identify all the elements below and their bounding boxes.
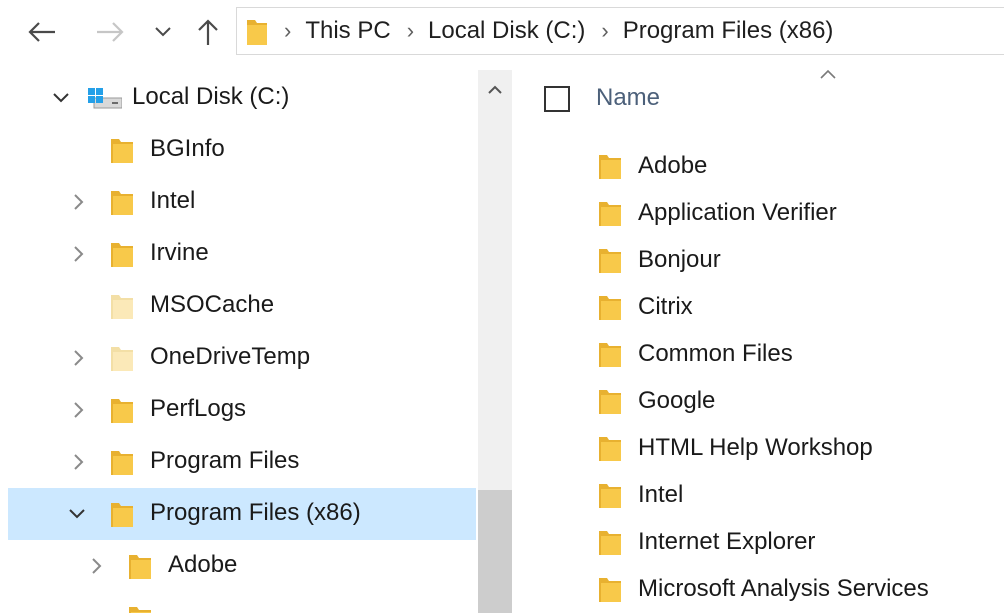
file-name: Intel — [638, 481, 684, 508]
file-row[interactable]: Internet Explorer — [512, 520, 1004, 567]
tree-item-label: Intel — [150, 187, 196, 214]
tree-item-local-disk[interactable]: Local Disk (C:) — [8, 72, 476, 124]
file-row[interactable]: HTML Help Workshop — [512, 426, 1004, 473]
select-all-checkbox[interactable] — [544, 86, 570, 112]
folder-icon — [598, 293, 622, 326]
chevron-right-icon[interactable]: › — [284, 20, 291, 42]
tree-item-intel[interactable]: Intel — [8, 176, 476, 228]
tree-item-label: BGInfo — [150, 135, 225, 162]
folder-icon — [598, 152, 622, 185]
tree-item-adobe[interactable]: Adobe — [8, 540, 476, 592]
folder-icon — [129, 607, 151, 613]
tree-item-onedrivetemp[interactable]: OneDriveTemp — [8, 332, 476, 384]
file-name: Common Files — [638, 340, 793, 367]
file-row[interactable]: Microsoft Analysis Services — [512, 567, 1004, 613]
tree-item-irvine[interactable]: Irvine — [8, 228, 476, 280]
tree-item-label: Program Files (x86) — [150, 499, 361, 526]
navigation-pane: Local Disk (C:) BGInfo Intel Irvine MSOC… — [0, 62, 512, 613]
folder-icon — [598, 199, 622, 232]
navigation-toolbar: › This PC › Local Disk (C:) › Program Fi… — [0, 0, 1004, 62]
file-row[interactable]: Google — [512, 379, 1004, 426]
up-button[interactable] — [188, 14, 228, 50]
chevron-right-icon[interactable]: › — [601, 20, 608, 42]
tree-item-program-files[interactable]: Program Files — [8, 436, 476, 488]
hidden-folder-icon — [111, 295, 133, 319]
file-row[interactable]: Application Verifier — [512, 191, 1004, 238]
file-name: Adobe — [638, 152, 708, 179]
arrow-right-icon — [97, 22, 124, 42]
folder-icon — [111, 191, 133, 215]
file-name: Microsoft Analysis Services — [638, 575, 929, 602]
recent-locations-button[interactable] — [148, 14, 178, 50]
chevron-down-icon — [155, 27, 171, 37]
folder-icon — [111, 503, 133, 527]
file-name: HTML Help Workshop — [638, 434, 873, 461]
chevron-down-icon[interactable] — [50, 87, 72, 109]
folder-icon — [111, 139, 133, 163]
tree-item-label: Local Disk (C:) — [132, 83, 290, 110]
chevron-up-icon — [488, 85, 502, 94]
folder-icon — [598, 340, 622, 373]
chevron-right-icon[interactable] — [68, 399, 90, 421]
folder-icon — [598, 575, 622, 608]
file-row[interactable]: Adobe — [512, 144, 1004, 191]
breadcrumb-local-disk[interactable]: Local Disk (C:) — [428, 17, 585, 45]
breadcrumb-this-pc[interactable]: This PC — [305, 17, 390, 45]
folder-icon — [111, 399, 133, 423]
file-name: Citrix — [638, 293, 693, 320]
chevron-right-icon[interactable]: › — [407, 20, 414, 42]
arrow-up-icon — [198, 19, 218, 45]
tree-item-label: MSOCache — [150, 291, 275, 318]
forward-button[interactable] — [90, 14, 130, 50]
file-name: Internet Explorer — [638, 528, 816, 555]
nav-pane-scrollbar[interactable] — [478, 70, 512, 613]
file-row[interactable]: Common Files — [512, 332, 1004, 379]
folder-icon — [598, 246, 622, 279]
tree-item-label: OneDriveTemp — [150, 343, 311, 370]
scroll-thumb[interactable] — [478, 490, 512, 613]
file-name: Google — [638, 387, 716, 414]
tree-item-perflogs[interactable]: PerfLogs — [8, 384, 476, 436]
folder-icon — [598, 434, 622, 467]
tree-item-partial[interactable] — [8, 592, 476, 613]
tree-item-msocache[interactable]: MSOCache — [8, 280, 476, 332]
chevron-right-icon[interactable] — [86, 555, 108, 577]
folder-icon — [111, 243, 133, 267]
chevron-right-icon[interactable] — [68, 451, 90, 473]
file-name: Application Verifier — [638, 199, 837, 226]
folder-icon — [129, 555, 151, 579]
hidden-folder-icon — [111, 347, 133, 371]
column-header-name[interactable]: Name — [596, 84, 660, 112]
back-button[interactable] — [22, 14, 62, 50]
tree-item-label: Adobe — [168, 551, 238, 578]
tree-item-program-files-x86[interactable]: Program Files (x86) — [8, 488, 476, 540]
tree-item-label: PerfLogs — [150, 395, 247, 422]
drive-icon — [88, 88, 122, 109]
chevron-right-icon[interactable] — [68, 191, 90, 213]
folder-icon — [598, 387, 622, 420]
file-row[interactable]: Intel — [512, 473, 1004, 520]
chevron-right-icon[interactable] — [68, 243, 90, 265]
folder-icon — [598, 528, 622, 561]
chevron-down-icon[interactable] — [66, 503, 88, 525]
chevron-right-icon[interactable] — [68, 347, 90, 369]
folder-icon — [598, 481, 622, 514]
tree-item-bginfo[interactable]: BGInfo — [8, 124, 476, 176]
tree-item-label: Program Files — [150, 447, 300, 474]
file-row[interactable]: Citrix — [512, 285, 1004, 332]
folder-icon — [111, 451, 133, 475]
breadcrumb-program-files-x86[interactable]: Program Files (x86) — [623, 17, 834, 45]
tree-item-label: Irvine — [150, 239, 209, 266]
scroll-up-button[interactable] — [478, 70, 512, 110]
arrow-left-icon — [28, 22, 55, 42]
file-name: Bonjour — [638, 246, 721, 273]
file-list-pane: Name Adobe Application Verifier Bonjour Cit… — [512, 62, 1004, 613]
address-bar[interactable]: › This PC › Local Disk (C:) › Program Fi… — [236, 7, 1004, 55]
sort-ascending-icon — [820, 69, 836, 79]
folder-icon — [247, 20, 267, 45]
file-row[interactable]: Bonjour — [512, 238, 1004, 285]
